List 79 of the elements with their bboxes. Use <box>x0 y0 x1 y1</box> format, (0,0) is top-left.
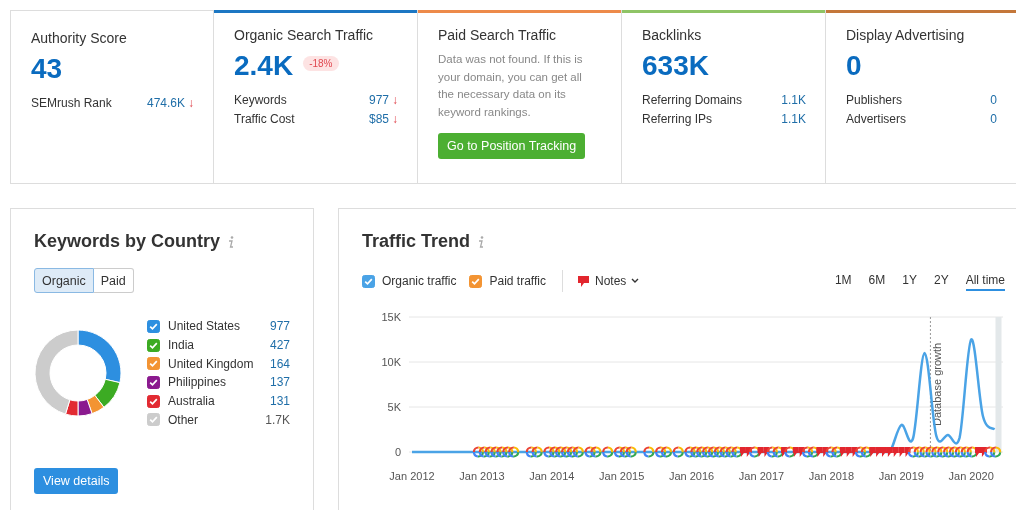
axis-label: 15K <box>381 311 401 323</box>
period-tab[interactable]: 1M <box>834 271 852 291</box>
axis-label: Jan 2015 <box>599 470 645 482</box>
metric-link[interactable]: $85 <box>368 111 389 126</box>
down-arrow-icon: ↓ <box>392 111 398 126</box>
card-title: Backlinks <box>642 27 703 43</box>
checked-checkbox-icon[interactable] <box>147 319 160 333</box>
metric-value: 2.4K <box>234 49 294 83</box>
metric-label: Traffic Cost <box>234 111 295 126</box>
period-tab[interactable]: 2Y <box>933 271 949 291</box>
notes-dropdown[interactable]: Notes <box>576 274 640 288</box>
axis-label: Jan 2017 <box>738 470 785 482</box>
annotation-label: Database growth <box>931 342 944 426</box>
country-label: Other <box>168 412 199 427</box>
speech-bubble-icon <box>576 274 590 288</box>
info-icon[interactable] <box>227 234 236 249</box>
keyword-count: 164 <box>269 356 290 371</box>
donut-slice <box>86 394 105 415</box>
panel-title: Keywords by Country <box>34 231 221 252</box>
axis-label: Jan 2016 <box>668 470 715 482</box>
card-title: Paid Search Traffic <box>438 27 558 43</box>
country-label: United States <box>168 319 242 334</box>
metric-label: Referring IPs <box>642 111 713 126</box>
chevron-down-icon <box>631 278 640 284</box>
card-title: Authority Score <box>31 30 128 46</box>
metric-link[interactable]: 474.6K <box>146 95 185 110</box>
country-label: United Kingdom <box>168 356 255 371</box>
metric-link[interactable]: 977 <box>368 92 389 107</box>
checked-checkbox-icon[interactable] <box>147 375 160 389</box>
axis-label: Jan 2020 <box>948 470 994 482</box>
country-label: Australia <box>168 394 216 409</box>
metric-value: 0 <box>846 49 862 83</box>
down-arrow-icon: ↓ <box>392 92 398 107</box>
checked-checkbox-icon[interactable] <box>147 357 160 371</box>
metric-link[interactable]: 1.1K <box>781 92 806 107</box>
checked-checkbox-icon[interactable] <box>469 274 483 288</box>
country-label: India <box>168 338 196 353</box>
keyword-count: 977 <box>269 319 290 334</box>
metric-link[interactable]: 1.1K <box>781 111 806 126</box>
change-badge: -18% <box>303 55 339 71</box>
metric-label: Keywords <box>234 92 287 107</box>
metric-value: 633K <box>642 49 709 83</box>
legend-label: Organic traffic <box>382 274 457 288</box>
empty-message: Data was not found. If this is your domain, you can get all the necessary data on its keyword rankings. <box>438 52 584 120</box>
metric-label: Advertisers <box>846 111 907 126</box>
metric-link[interactable]: 0 <box>990 92 997 107</box>
axis-label: Jan 2018 <box>808 470 855 482</box>
checked-checkbox-icon[interactable] <box>362 274 375 288</box>
metric-label: Publishers <box>846 92 903 107</box>
metric-link[interactable]: 0 <box>990 111 997 126</box>
checked-checkbox-icon[interactable] <box>147 338 160 352</box>
metric-value: 43 <box>31 52 63 86</box>
period-tab[interactable]: 6M <box>868 271 886 291</box>
axis-label: Jan 2013 <box>459 470 505 482</box>
checked-checkbox-icon[interactable] <box>147 394 160 408</box>
axis-label: 0 <box>394 446 401 458</box>
axis-label: Jan 2019 <box>878 470 924 482</box>
axis-label: 10K <box>381 356 401 368</box>
info-icon[interactable] <box>477 234 486 249</box>
axis-label: Jan 2014 <box>529 470 575 482</box>
keyword-count: 427 <box>269 338 290 353</box>
card-title: Display Advertising <box>846 27 966 43</box>
keyword-count: 137 <box>269 375 290 390</box>
view-details-button[interactable]: View details <box>34 468 119 495</box>
down-arrow-icon: ↓ <box>188 95 194 110</box>
panel-title: Traffic Trend <box>362 231 471 252</box>
metric-label: Referring Domains <box>642 92 743 107</box>
metric-label: SEMrush Rank <box>31 95 112 110</box>
segment-tab[interactable]: Organic <box>34 268 94 293</box>
legend-label: Paid traffic <box>489 274 546 288</box>
card-title: Organic Search Traffic <box>234 27 375 43</box>
period-tab[interactable]: All time <box>965 271 1005 291</box>
period-tab[interactable]: 1Y <box>902 271 917 291</box>
axis-label: 5K <box>387 401 401 413</box>
keyword-count: 1.7K <box>265 412 290 427</box>
segment-tab[interactable]: Paid <box>93 268 134 293</box>
keyword-count: 131 <box>269 394 290 409</box>
country-label: Philippines <box>168 375 228 390</box>
axis-label: Jan 2012 <box>389 470 435 482</box>
